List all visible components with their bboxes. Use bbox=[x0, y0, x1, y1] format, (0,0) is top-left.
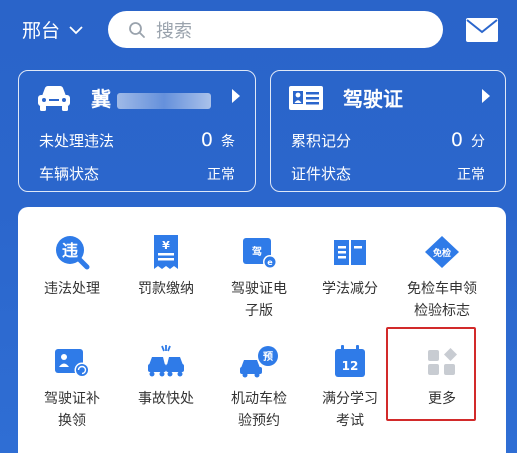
service-inspection-booking[interactable]: 预 机动车检 验预约 bbox=[214, 342, 304, 432]
license-status-label: 证件状态 bbox=[291, 165, 352, 183]
violation-row: 未处理违法 0 条 bbox=[39, 129, 235, 151]
car-icon bbox=[38, 85, 70, 111]
exempt-badge-icon: 免检 bbox=[425, 236, 459, 268]
license-status-row: 证件状态 正常 bbox=[291, 163, 485, 184]
service-full-score-study[interactable]: 12 满分学习 考试 bbox=[305, 342, 395, 432]
svg-text:e: e bbox=[267, 258, 273, 267]
service-violation[interactable]: 违 违法处理 bbox=[27, 232, 117, 300]
points-label: 累积记分 bbox=[291, 131, 352, 150]
plate-number: 冀 bbox=[91, 83, 211, 112]
service-license-renew[interactable]: 驾驶证补 换领 bbox=[27, 342, 117, 432]
book-icon bbox=[334, 240, 366, 265]
points-value: 0 bbox=[450, 129, 463, 151]
id-card-icon bbox=[289, 85, 323, 110]
plate-blur-mask bbox=[117, 92, 211, 109]
chevron-down-icon bbox=[69, 25, 83, 34]
chevron-right-icon bbox=[232, 89, 240, 103]
e-license-icon: 驾 e bbox=[243, 238, 277, 269]
svg-text:驾: 驾 bbox=[251, 245, 262, 258]
vehicle-status-value: 正常 bbox=[207, 166, 235, 183]
svg-text:¥: ¥ bbox=[162, 239, 170, 252]
exempt-badge-text: 免检 bbox=[433, 247, 451, 259]
top-bar: 邢台 搜索 bbox=[0, 0, 517, 64]
calendar-number-text: 12 bbox=[342, 359, 359, 373]
accident-icon bbox=[148, 345, 184, 377]
search-placeholder: 搜索 bbox=[156, 20, 192, 42]
service-accident-quick[interactable]: 事故快处 bbox=[121, 342, 211, 410]
license-card[interactable]: 驾驶证 累积记分 0 分 证件状态 正常 bbox=[270, 70, 506, 192]
svg-text:违: 违 bbox=[62, 241, 78, 260]
more-highlight-box bbox=[386, 327, 476, 421]
service-exempt-inspection[interactable]: 免检 免检车申领 检验标志 bbox=[397, 232, 487, 322]
license-renew-icon bbox=[55, 349, 90, 378]
booking-badge-text: 预 bbox=[263, 351, 273, 363]
city-selector[interactable]: 邢台 bbox=[22, 16, 84, 43]
search-input[interactable]: 搜索 bbox=[108, 11, 443, 48]
vehicle-status-row: 车辆状态 正常 bbox=[39, 163, 235, 184]
city-name: 邢台 bbox=[22, 20, 61, 42]
vehicle-card-header: 冀 bbox=[35, 83, 241, 112]
calendar-12-icon: 12 bbox=[335, 345, 365, 377]
license-card-header: 驾驶证 bbox=[287, 83, 491, 112]
license-status-value: 正常 bbox=[457, 166, 485, 183]
violation-icon: 违 bbox=[56, 236, 90, 270]
service-study-reduce-points[interactable]: 学法减分 bbox=[305, 232, 395, 300]
vehicle-card[interactable]: 冀 未处理违法 0 条 车辆状态 正常 bbox=[18, 70, 256, 192]
service-e-license[interactable]: 驾 e 驾驶证电 子版 bbox=[214, 232, 304, 322]
chevron-right-icon bbox=[482, 89, 490, 103]
search-icon bbox=[129, 21, 145, 38]
violation-unit: 条 bbox=[221, 134, 235, 150]
license-card-title: 驾驶证 bbox=[343, 87, 403, 111]
points-unit: 分 bbox=[471, 134, 485, 150]
points-row: 累积记分 0 分 bbox=[291, 129, 485, 151]
service-fine-payment[interactable]: ¥ 罚款缴纳 bbox=[121, 232, 211, 300]
violation-count: 0 bbox=[200, 129, 213, 151]
inspection-booking-icon: 预 bbox=[240, 346, 278, 378]
vehicle-status-label: 车辆状态 bbox=[39, 165, 100, 183]
mail-icon[interactable] bbox=[466, 18, 498, 42]
fine-receipt-icon: ¥ bbox=[154, 235, 178, 269]
violation-label: 未处理违法 bbox=[39, 131, 115, 150]
